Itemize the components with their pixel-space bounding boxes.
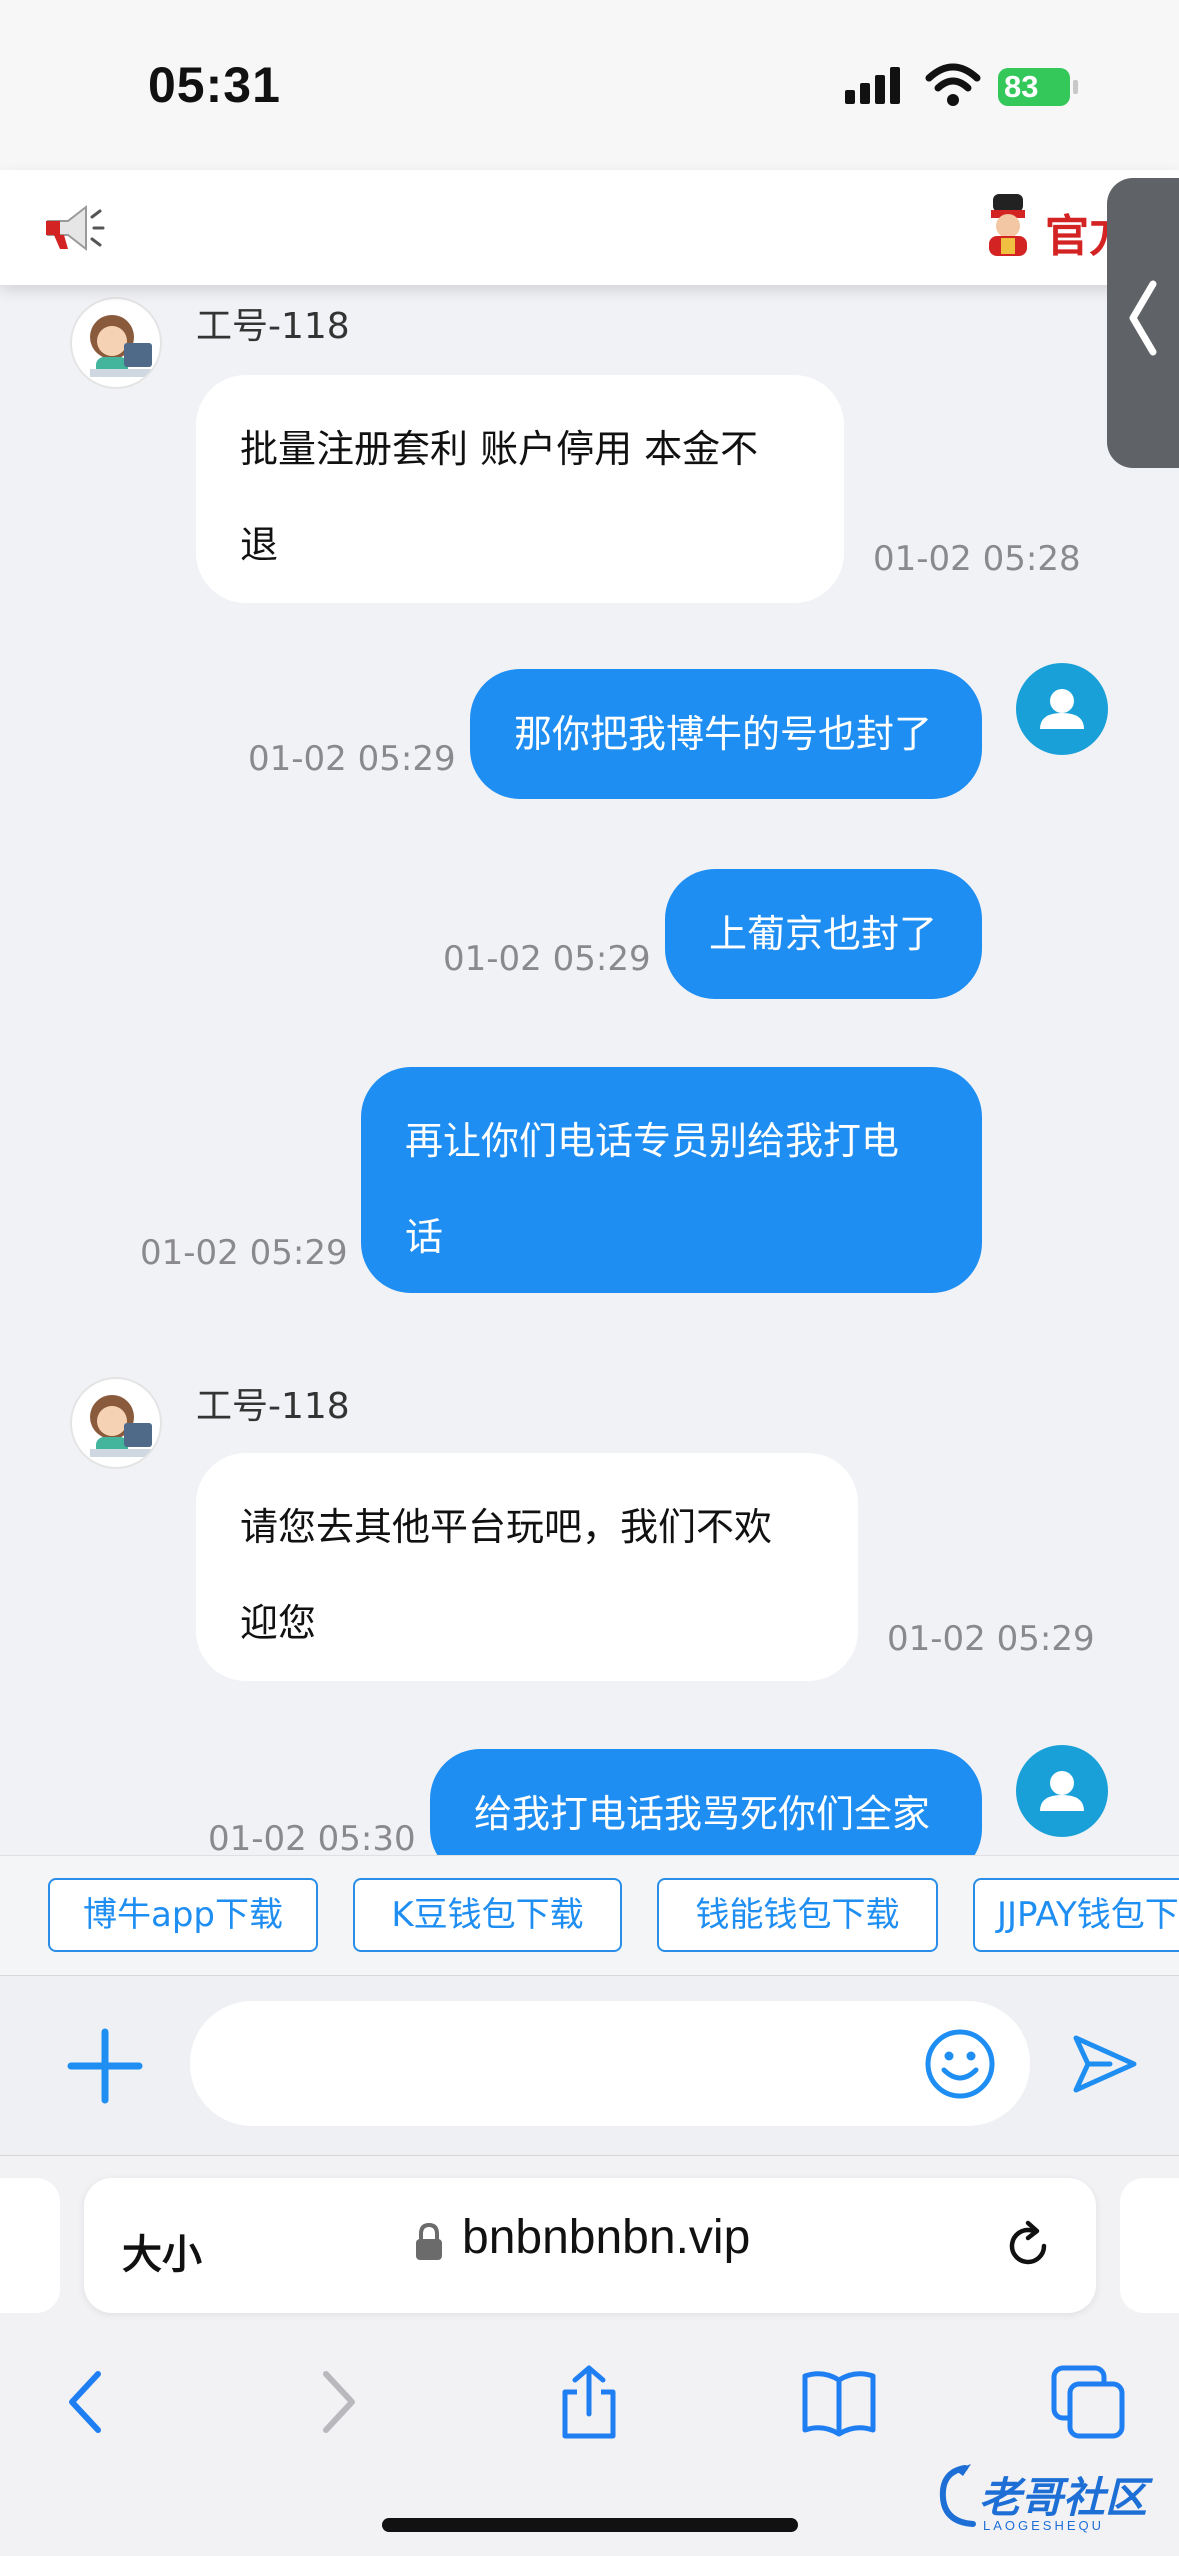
message-bubble-outgoing[interactable]: 上葡京也封了 [665, 869, 982, 999]
wifi-icon [925, 63, 981, 106]
lock-icon [416, 2222, 442, 2260]
text-size-button[interactable]: 大小 [122, 2222, 202, 2280]
message-bubble-incoming[interactable]: 请您去其他平台玩吧，我们不欢 迎您 [196, 1453, 858, 1681]
emoji-icon[interactable] [922, 2026, 998, 2102]
plus-icon[interactable] [65, 2026, 145, 2106]
message-timestamp: 01-02 05:29 [887, 1619, 1095, 1659]
address-bar[interactable]: 大小 bnbnbnbn.vip [84, 2178, 1096, 2313]
back-icon[interactable] [48, 2364, 124, 2440]
official-service-icon[interactable] [985, 192, 1031, 258]
tabs-icon[interactable] [1050, 2364, 1126, 2440]
status-time: 05:31 [148, 57, 281, 113]
url-text[interactable]: bnbnbnbn.vip [462, 2210, 750, 2265]
message-text-line: 话 [405, 1215, 444, 1259]
battery-level: 83 [1004, 69, 1039, 104]
message-timestamp: 01-02 05:29 [443, 939, 651, 979]
message-bubble-outgoing[interactable]: 那你把我博牛的号也封了 [470, 669, 982, 799]
message-text-line: 退 [240, 523, 279, 567]
quick-link-kdou-wallet[interactable]: K豆钱包下载 [353, 1878, 622, 1952]
agent-name: 工号-118 [196, 1386, 350, 1427]
chat-messages[interactable]: 工号-118 批量注册套利 账户停用 本金不 退 01-02 05:28 那你把… [0, 285, 1179, 1855]
user-icon [1040, 689, 1084, 729]
message-timestamp: 01-02 05:29 [140, 1233, 348, 1273]
battery-icon: 83 [998, 68, 1078, 106]
message-text-line: 再让你们电话专员别给我打电 [405, 1119, 900, 1163]
quick-links-bar: 博牛app下载 K豆钱包下载 钱能钱包下载 JJPAY钱包下 [0, 1855, 1179, 1975]
previous-tab[interactable] [0, 2178, 60, 2313]
message-timestamp: 01-02 05:28 [873, 539, 1081, 579]
watermark-logo: 老哥社区 LAOGESHEQU [935, 2456, 1175, 2546]
share-icon[interactable] [551, 2364, 627, 2440]
browser-chrome: 大小 bnbnbnbn.vip 老哥社区 LAOGESHEQU [0, 2155, 1179, 2556]
message-text-line: 批量注册套利 账户停用 本金不 [240, 427, 759, 471]
message-text-line: 迎您 [240, 1601, 317, 1645]
bookmarks-icon[interactable] [801, 2364, 877, 2440]
watermark-subtext: LAOGESHEQU [983, 2518, 1105, 2533]
quick-link-jjpay-wallet[interactable]: JJPAY钱包下 [973, 1878, 1179, 1952]
message-text-line: 请您去其他平台玩吧，我们不欢 [240, 1505, 773, 1549]
chevron-left-icon [1129, 280, 1157, 356]
user-avatar [1016, 1745, 1108, 1837]
status-bar: 05:31 83 [0, 0, 1179, 170]
reload-icon[interactable] [1002, 2220, 1054, 2272]
message-bubble-incoming[interactable]: 批量注册套利 账户停用 本金不 退 [196, 375, 844, 603]
message-timestamp: 01-02 05:29 [248, 739, 456, 779]
agent-avatar [70, 297, 162, 389]
send-icon[interactable] [1068, 2028, 1140, 2100]
agent-avatar [70, 1377, 162, 1469]
quick-link-boniu-app[interactable]: 博牛app下载 [48, 1878, 318, 1952]
watermark-text: 老哥社区 [979, 2473, 1148, 2522]
agent-name: 工号-118 [196, 306, 350, 347]
browser-toolbar [0, 2336, 1179, 2466]
message-input[interactable] [190, 2001, 1030, 2126]
side-panel-toggle[interactable] [1107, 178, 1179, 468]
home-indicator[interactable] [382, 2518, 798, 2532]
message-input-bar [0, 1975, 1179, 2155]
app-header: 官方 [0, 170, 1179, 285]
message-timestamp: 01-02 05:30 [208, 1819, 416, 1855]
user-avatar [1016, 663, 1108, 755]
message-bubble-outgoing[interactable]: 再让你们电话专员别给我打电 话 [361, 1067, 982, 1293]
user-icon [1040, 1771, 1084, 1811]
megaphone-icon[interactable] [40, 195, 106, 261]
cellular-signal-icon [845, 67, 900, 104]
quick-link-qianneng-wallet[interactable]: 钱能钱包下载 [657, 1878, 938, 1952]
next-tab[interactable] [1120, 2178, 1179, 2313]
message-bubble-outgoing[interactable]: 给我打电话我骂死你们全家 [430, 1749, 982, 1855]
forward-icon[interactable] [300, 2364, 376, 2440]
